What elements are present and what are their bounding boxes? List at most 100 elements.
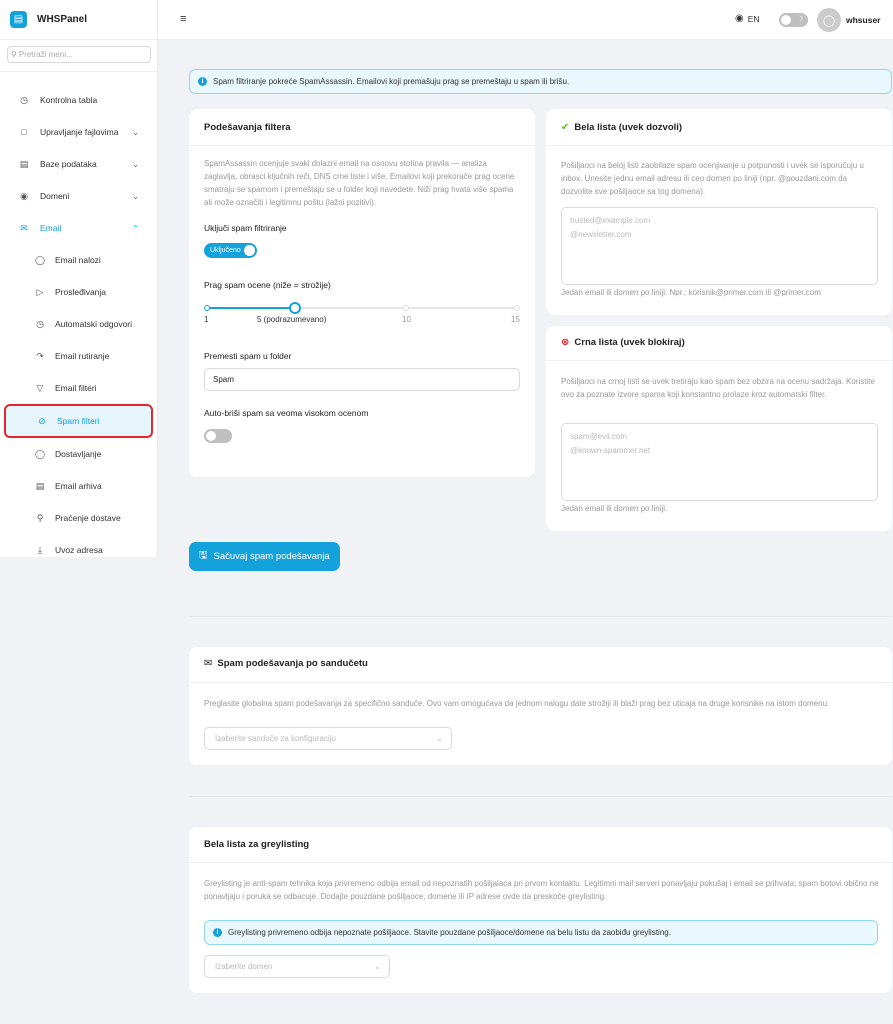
blacklist-textarea[interactable]: spam@evil.com @known-spammer.net (561, 423, 878, 501)
save-spam-settings-button[interactable]: 🖫 Sačuvaj spam podešavanja (189, 542, 340, 571)
threshold-mark-max: 15 (511, 315, 520, 324)
sidebar-item-email-accounts[interactable]: ◯ Email nalozi (0, 244, 157, 276)
slider-dot-min (204, 305, 210, 311)
greylisting-notice: i Greylisting privremeno odbija nepoznat… (204, 920, 878, 945)
language-switcher[interactable]: ◉ EN (735, 13, 760, 24)
threshold-mark-mid: 10 (402, 315, 411, 324)
brand[interactable]: ▤ WHSPanel (0, 0, 157, 40)
chevron-down-icon: ⌄ (374, 962, 381, 971)
sidebar-item-label: Email filteri (55, 383, 97, 393)
username[interactable]: whsuser (846, 15, 881, 25)
info-banner-text: Spam filtriranje pokreće SpamAssassin. E… (213, 77, 570, 86)
blacklist-title: ⊗ Crna lista (uvek blokiraj) (561, 337, 685, 348)
search-icon: ⚲ (36, 512, 44, 523)
whitelist-placeholder-2: @newsletter.com (570, 230, 632, 239)
sidebar-item-delivery-tracking[interactable]: ⚲ Praćenje dostave (0, 502, 157, 534)
globe-icon: ◉ (20, 190, 28, 201)
sidebar-item-forwarders[interactable]: ▷ Prosleđivanja (0, 276, 157, 308)
menu-search-input[interactable]: ⚲ Pretraži meni... (7, 46, 151, 63)
blacklist-card: ⊗ Crna lista (uvek blokiraj) Pošiljaoci … (546, 326, 892, 531)
whitelist-placeholder-1: trusted@example.com (570, 216, 651, 225)
close-circle-icon: ⊗ (561, 337, 570, 348)
blacklist-placeholder-1: spam@evil.com (570, 432, 628, 441)
language-label: EN (747, 13, 760, 24)
sidebar-item-domains[interactable]: ◉ Domeni ⌄ (0, 180, 157, 212)
dashboard-icon: ◷ (20, 94, 28, 105)
sidebar-item-label: Email arhiva (55, 481, 102, 491)
threshold-slider-fill (206, 307, 295, 309)
sidebar-item-label: Dostavljanje (55, 449, 102, 459)
shield-icon: ◯ (34, 448, 46, 459)
sidebar-item-email-archive[interactable]: ▤ Email arhiva (0, 470, 157, 502)
greylisting-card: Bela lista za greylisting Greylisting je… (189, 827, 892, 993)
sidebar-item-databases[interactable]: ▤ Baze podataka ⌄ (0, 148, 157, 180)
autodelete-label: Auto-briši spam sa veoma visokom ocenom (204, 408, 369, 418)
per-mailbox-title: ✉ Spam podešavanja po sandučetu (204, 658, 368, 669)
brand-name: WHSPanel (37, 14, 88, 25)
search-icon: ⚲ (11, 50, 17, 59)
enable-spam-label: Uključi spam filtriranje (204, 223, 287, 233)
database-icon: ▤ (19, 158, 29, 169)
sidebar-item-label: Prosleđivanja (55, 287, 107, 297)
chevron-down-icon: ⌄ (436, 734, 443, 743)
info-icon: i (213, 928, 222, 937)
whitelist-title-text: Bela lista (uvek dozvoli) (574, 122, 683, 133)
blacklist-title-text: Crna lista (uvek blokiraj) (574, 337, 685, 348)
chevron-up-icon: ⌃ (132, 223, 139, 233)
theme-toggle[interactable]: ☽ (779, 13, 808, 27)
chevron-down-icon: ⌄ (132, 127, 139, 137)
sidebar-item-delivery[interactable]: ◯ Dostavljanje (0, 438, 157, 470)
clock-icon: ◷ (36, 318, 44, 329)
whitelist-description: Pošiljaoci na beloj listi zaobilaze spam… (561, 161, 864, 196)
sidebar-item-label: Praćenje dostave (55, 513, 121, 523)
info-banner: i Spam filtriranje pokreće SpamAssassin.… (189, 69, 892, 94)
sidebar-item-file-manager[interactable]: □ Upravljanje fajlovima ⌄ (0, 116, 157, 148)
threshold-slider-handle[interactable] (289, 302, 301, 314)
autodelete-toggle[interactable] (204, 429, 232, 443)
mail-icon: ✉ (204, 658, 213, 669)
sidebar-item-email[interactable]: ✉ Email ⌃ (0, 212, 157, 244)
greylisting-description: Greylisting je anti-spam tehnika koja pr… (204, 879, 879, 901)
sidebar-item-import-addresses[interactable]: ⤓ Uvoz adresa (0, 534, 157, 566)
sidebar-item-label: Uvoz adresa (55, 545, 103, 555)
menu-collapse-icon[interactable]: ≡ (180, 13, 186, 25)
sidebar-item-label: Baze podataka (40, 159, 97, 169)
domain-select-placeholder: Izaberite domen (215, 962, 273, 971)
route-icon: ↷ (36, 350, 44, 361)
section-divider (189, 796, 892, 797)
sidebar-item-label: Email rutiranje (55, 351, 110, 361)
blacklist-hint: Jedan email ili domen po liniji. (561, 504, 668, 513)
spam-folder-input[interactable]: Spam (204, 368, 520, 391)
menu-search-placeholder: Pretraži meni... (18, 50, 73, 59)
sidebar-item-autoresponders[interactable]: ◷ Automatski odgovori (0, 308, 157, 340)
sidebar-item-label: Email (40, 223, 62, 233)
sidebar-item-email-filters[interactable]: ▽ Email filteri (0, 372, 157, 404)
top-header: ≡ ◉ EN ☽ ◯ whsuser (158, 0, 893, 40)
sidebar-item-email-routing[interactable]: ↷ Email rutiranje (0, 340, 157, 372)
globe-icon: ◉ (735, 13, 744, 24)
section-divider (189, 616, 892, 617)
server-icon: ▤ (10, 11, 27, 28)
sidebar: ▤ WHSPanel ⚲ Pretraži meni... ◷ Kontroln… (0, 0, 158, 557)
toggle-knob (781, 15, 791, 25)
toggle-knob (244, 245, 255, 256)
folder-label: Premesti spam u folder (204, 351, 292, 361)
per-mailbox-description: Preglasite globalna spam podešavanja za … (204, 699, 830, 708)
per-mailbox-card: ✉ Spam podešavanja po sandučetu Preglasi… (189, 647, 892, 765)
greylisting-title: Bela lista za greylisting (204, 839, 310, 850)
sidebar-item-label: Automatski odgovori (55, 319, 133, 329)
whitelist-textarea[interactable]: trusted@example.com @newsletter.com (561, 207, 878, 285)
enable-spam-toggle[interactable]: Uključeno (204, 243, 257, 258)
whitelist-card: ✔ Bela lista (uvek dozvoli) Pošiljaoci n… (546, 109, 892, 315)
send-icon: ▷ (36, 286, 44, 297)
import-icon: ⤓ (38, 544, 42, 555)
moon-icon: ☽ (796, 16, 803, 23)
threshold-slider[interactable] (204, 302, 520, 314)
avatar[interactable]: ◯ (817, 8, 841, 32)
sidebar-item-dashboard[interactable]: ◷ Kontrolna tabla (0, 84, 157, 116)
sidebar-item-spam-filters[interactable]: ⊘ Spam filteri (4, 404, 153, 438)
filter-settings-title: Podešavanja filtera (204, 122, 291, 133)
domain-select[interactable]: Izaberite domen ⌄ (204, 955, 390, 978)
toggle-knob (206, 431, 216, 441)
mailbox-select[interactable]: Izaberite sanduče za konfiguraciju ⌄ (204, 727, 452, 750)
